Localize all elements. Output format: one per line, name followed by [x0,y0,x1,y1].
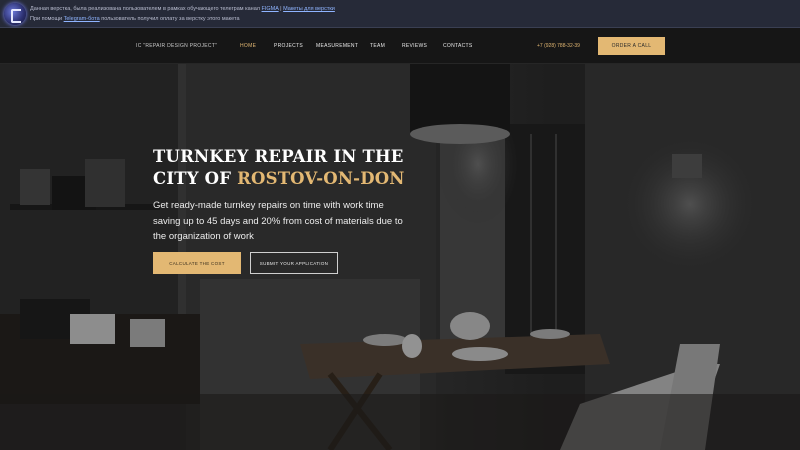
nav-home[interactable]: HOME [240,43,256,49]
figma-link[interactable]: FIGMA [262,6,279,12]
hero-title-city-accent: ROSTOV-ON-DON [237,169,405,188]
order-call-button[interactable]: ORDER A CALL [598,37,665,55]
notice-line-2-suffix: пользователь получил оплату за верстку э… [101,16,240,22]
nav-reviews[interactable]: REVIEWS [402,43,427,49]
phone-number[interactable]: +7 (928) 788-32-39 [537,43,580,49]
notice-line-2-prefix: При помощи [30,16,63,22]
notice-bar: Данная верстка, была реализована пользов… [0,0,800,28]
brand-name[interactable]: IC "REPAIR DESIGN PROJECT" [136,43,217,49]
channel-logo-icon [4,3,26,25]
notice-line-1-text: Данная верстка, была реализована пользов… [30,6,260,12]
hero-title-line-2: CITY OF ROSTOV-ON-DON [153,168,453,190]
submit-application-button[interactable]: SUBMIT YOUR APPLICATION [250,252,338,274]
nav-measurement[interactable]: MEASUREMENT [316,43,358,49]
nav-projects[interactable]: PROJECTS [274,43,303,49]
hero-title-line-1: TURNKEY REPAIR IN THE [153,147,404,166]
hero-section: TURNKEY REPAIR IN THE CITY OF ROSTOV-ON-… [0,64,800,450]
hero-background-image [0,64,800,450]
site-header: IC "REPAIR DESIGN PROJECT" HOME PROJECTS… [0,28,800,64]
hero-title: TURNKEY REPAIR IN THE CITY OF ROSTOV-ON-… [153,146,453,190]
hero-title-city-prefix: CITY OF [153,169,232,188]
layouts-link[interactable]: Макеты для верстки [283,6,335,12]
calculate-cost-button[interactable]: CALCULATE THE COST [153,252,241,274]
notice-line-2: При помощи Telegram-бота пользователь по… [30,16,240,22]
nav-contacts[interactable]: CONTACTS [443,43,473,49]
notice-line-1: Данная верстка, была реализована пользов… [30,6,335,12]
telegram-bot-link[interactable]: Telegram-бота [64,16,100,22]
hero-subtitle: Get ready-made turnkey repairs on time w… [153,200,403,242]
nav-team[interactable]: TEAM [370,43,385,49]
